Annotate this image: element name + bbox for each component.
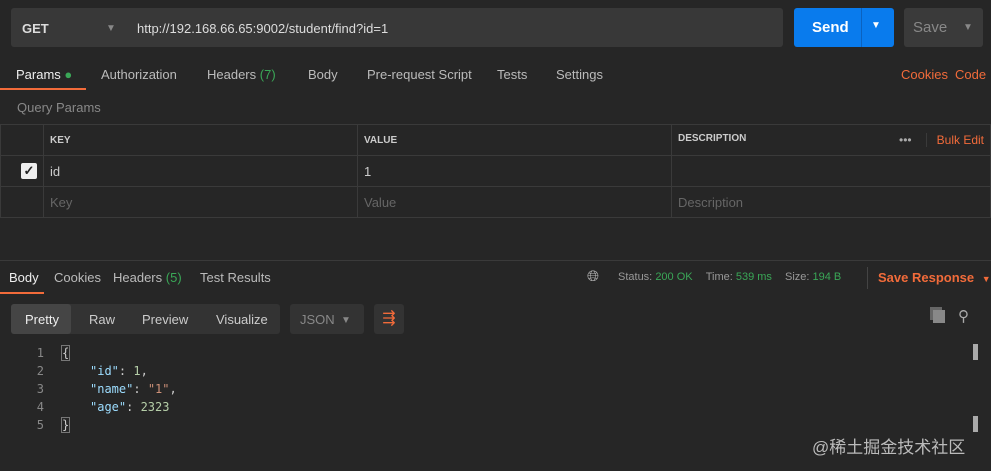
json-value: "1"	[147, 382, 170, 396]
status-value: 200 OK	[655, 271, 693, 283]
format-label: JSON	[300, 312, 335, 327]
response-status: Status: 200 OK Time: 539 ms Size: 194 B	[618, 271, 841, 283]
line-number: 4	[36, 400, 44, 414]
line-number: 3	[36, 382, 44, 396]
json-brace-open: {	[60, 345, 71, 361]
tab-tests[interactable]: Tests	[497, 67, 527, 82]
query-params-table: KEY VALUE DESCRIPTION ••• Bulk Edit ✓ id 1…	[0, 124, 991, 218]
view-mode-visualize[interactable]: Visualize	[216, 312, 268, 327]
watermark: @稀土掘金技术社区	[812, 438, 966, 457]
url-input[interactable]: http://192.168.66.65:9002/student/find?i…	[137, 21, 388, 36]
active-tab-underline	[0, 88, 86, 90]
query-params-title: Query Params	[17, 100, 101, 115]
key-cell[interactable]: id	[43, 155, 358, 187]
json-value: 1	[133, 364, 141, 378]
send-options-chevron-icon[interactable]: ▼	[871, 20, 881, 31]
chevron-down-icon: ▼	[341, 315, 351, 326]
row-checkbox-cell: ✓	[0, 155, 44, 187]
tab-label: Headers	[207, 67, 257, 82]
column-description: DESCRIPTION ••• Bulk Edit	[671, 124, 991, 156]
view-mode-preview[interactable]: Preview	[142, 312, 188, 327]
table-row-empty: Key Value Description	[0, 186, 991, 218]
line-number: 5	[36, 418, 44, 432]
divider	[867, 267, 868, 289]
row-checkbox-cell	[0, 186, 44, 218]
tab-label: Params	[16, 67, 61, 82]
description-input[interactable]: Description	[671, 186, 991, 218]
json-value: 2323	[140, 400, 170, 414]
method-chevron-icon[interactable]: ▼	[106, 23, 116, 34]
tab-body[interactable]: Body	[308, 67, 338, 82]
save-chevron-icon[interactable]: ▼	[963, 22, 973, 33]
json-key: "id"	[90, 364, 119, 378]
checkbox-column	[0, 124, 44, 156]
description-cell[interactable]	[671, 155, 991, 187]
active-tab-underline	[0, 292, 44, 294]
size-value: 194 B	[812, 271, 842, 283]
format-select[interactable]: JSON ▼	[290, 304, 364, 334]
headers-count: (5)	[165, 270, 182, 285]
view-mode-raw[interactable]: Raw	[89, 312, 115, 327]
tab-headers[interactable]: Headers (7)	[207, 67, 276, 82]
response-tab-test-results[interactable]: Test Results	[200, 270, 271, 285]
time-label: Time:	[705, 271, 733, 283]
save-button[interactable]: Save ▼	[904, 8, 983, 47]
send-button[interactable]: Send ▼	[794, 8, 894, 47]
response-tab-body[interactable]: Body	[9, 270, 39, 285]
response-tab-cookies[interactable]: Cookies	[54, 270, 101, 285]
pane-divider[interactable]	[0, 260, 991, 261]
json-brace-close: }	[60, 417, 71, 433]
copy-icon[interactable]	[933, 310, 945, 323]
line-number: 1	[36, 346, 44, 360]
json-key: "age"	[90, 400, 127, 414]
save-label: Save	[913, 19, 948, 36]
json-key: "name"	[90, 382, 134, 396]
tab-pre-request-script[interactable]: Pre-request Script	[367, 67, 472, 82]
checkbox-checked[interactable]: ✓	[21, 163, 37, 179]
value-input[interactable]: Value	[357, 186, 672, 218]
time-value: 539 ms	[735, 271, 772, 283]
save-response-button[interactable]: Save Response ▼	[878, 270, 991, 285]
chevron-down-icon: ▼	[981, 274, 991, 284]
value-cell[interactable]: 1	[357, 155, 672, 187]
scrollbar-lower[interactable]	[973, 416, 978, 432]
headers-count: (7)	[259, 67, 276, 82]
view-mode-group: Pretty Raw Preview Visualize	[11, 304, 280, 334]
wrap-lines-icon[interactable]: ⇶	[374, 304, 404, 334]
code-link[interactable]: Code	[955, 67, 986, 82]
column-value: VALUE	[357, 124, 672, 156]
save-response-label: Save Response	[878, 270, 975, 285]
column-key: KEY	[43, 124, 358, 156]
size-label: Size:	[784, 271, 810, 283]
tab-settings[interactable]: Settings	[556, 67, 603, 82]
globe-icon[interactable]: 🌐︎	[587, 268, 599, 285]
description-header-label: DESCRIPTION	[678, 133, 747, 144]
key-input[interactable]: Key	[43, 186, 358, 218]
tab-label: Headers	[113, 270, 163, 285]
line-number: 2	[36, 364, 44, 378]
more-options-icon[interactable]: •••	[899, 133, 927, 147]
status-label: Status:	[618, 271, 653, 283]
scrollbar[interactable]	[973, 344, 978, 360]
method-label: GET	[22, 21, 49, 36]
send-label: Send	[812, 19, 849, 36]
view-mode-label: Pretty	[25, 312, 59, 327]
response-tab-headers[interactable]: Headers (5)	[113, 270, 182, 285]
table-header: KEY VALUE DESCRIPTION ••• Bulk Edit	[0, 124, 991, 156]
bulk-edit-link[interactable]: Bulk Edit	[937, 133, 984, 147]
cookies-link[interactable]: Cookies	[901, 67, 948, 82]
search-icon[interactable]: ⚲	[958, 307, 969, 325]
tab-params[interactable]: Params ●	[16, 67, 72, 82]
params-active-dot-icon: ●	[64, 67, 73, 82]
method-select[interactable]: GET	[22, 21, 49, 36]
tab-authorization[interactable]: Authorization	[101, 67, 177, 82]
divider	[861, 8, 862, 47]
table-row: ✓ id 1	[0, 155, 991, 187]
url-bar[interactable]	[11, 8, 783, 47]
view-mode-pretty[interactable]: Pretty	[11, 304, 71, 334]
